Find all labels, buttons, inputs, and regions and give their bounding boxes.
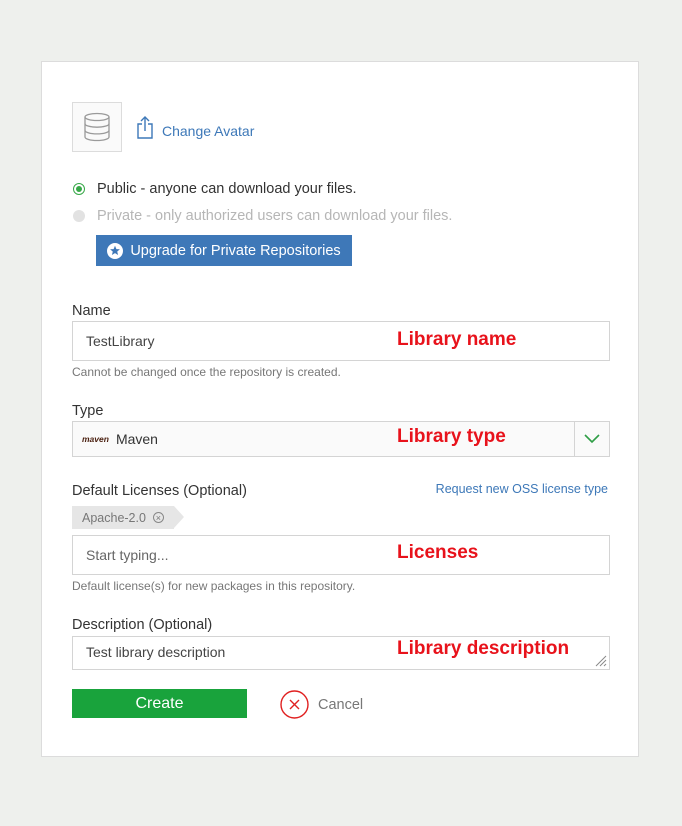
upload-icon[interactable] [136, 115, 154, 139]
request-license-link[interactable]: Request new OSS license type [436, 482, 608, 496]
chevron-down-icon [584, 434, 600, 444]
database-icon [84, 112, 110, 142]
name-help-text: Cannot be changed once the repository is… [72, 365, 341, 379]
license-tag: Apache-2.0 × [72, 506, 184, 529]
licenses-input[interactable] [72, 535, 610, 575]
upgrade-private-button[interactable]: Upgrade for Private Repositories [96, 235, 352, 266]
visibility-private-option: Private - only authorized users can down… [73, 208, 452, 224]
avatar-preview [72, 102, 122, 152]
visibility-public-option[interactable]: Public - anyone can download your files. [73, 181, 357, 197]
description-textarea[interactable] [72, 636, 610, 670]
maven-logo: maven [82, 434, 109, 444]
name-input[interactable] [72, 321, 610, 361]
upgrade-button-label: Upgrade for Private Repositories [130, 242, 341, 259]
change-avatar-link[interactable]: Change Avatar [162, 123, 254, 139]
cancel-label: Cancel [318, 696, 364, 713]
create-repository-form: Change Avatar Public - anyone can downlo… [41, 61, 639, 757]
license-tag-label: Apache-2.0 [82, 510, 146, 525]
description-label: Description (Optional) [72, 617, 213, 633]
licenses-help-text: Default license(s) for new packages in t… [72, 579, 356, 593]
private-radio-label: Private - only authorized users can down… [97, 208, 453, 224]
type-dropdown-toggle[interactable] [574, 422, 609, 456]
close-circle-icon [280, 690, 309, 719]
star-circle-icon [107, 242, 124, 259]
type-label: Type [72, 403, 104, 419]
type-select[interactable]: maven Maven [72, 421, 610, 457]
name-label: Name [72, 303, 111, 319]
cancel-button[interactable]: Cancel [280, 690, 363, 719]
resize-handle-icon[interactable] [593, 653, 607, 667]
public-radio[interactable] [73, 183, 85, 195]
type-selected-value: Maven [115, 431, 158, 447]
create-button[interactable]: Create [72, 689, 247, 718]
public-radio-label: Public - anyone can download your files. [97, 181, 357, 197]
licenses-label: Default Licenses (Optional) [72, 483, 247, 499]
remove-tag-icon[interactable]: × [152, 512, 164, 523]
private-radio [73, 210, 85, 222]
